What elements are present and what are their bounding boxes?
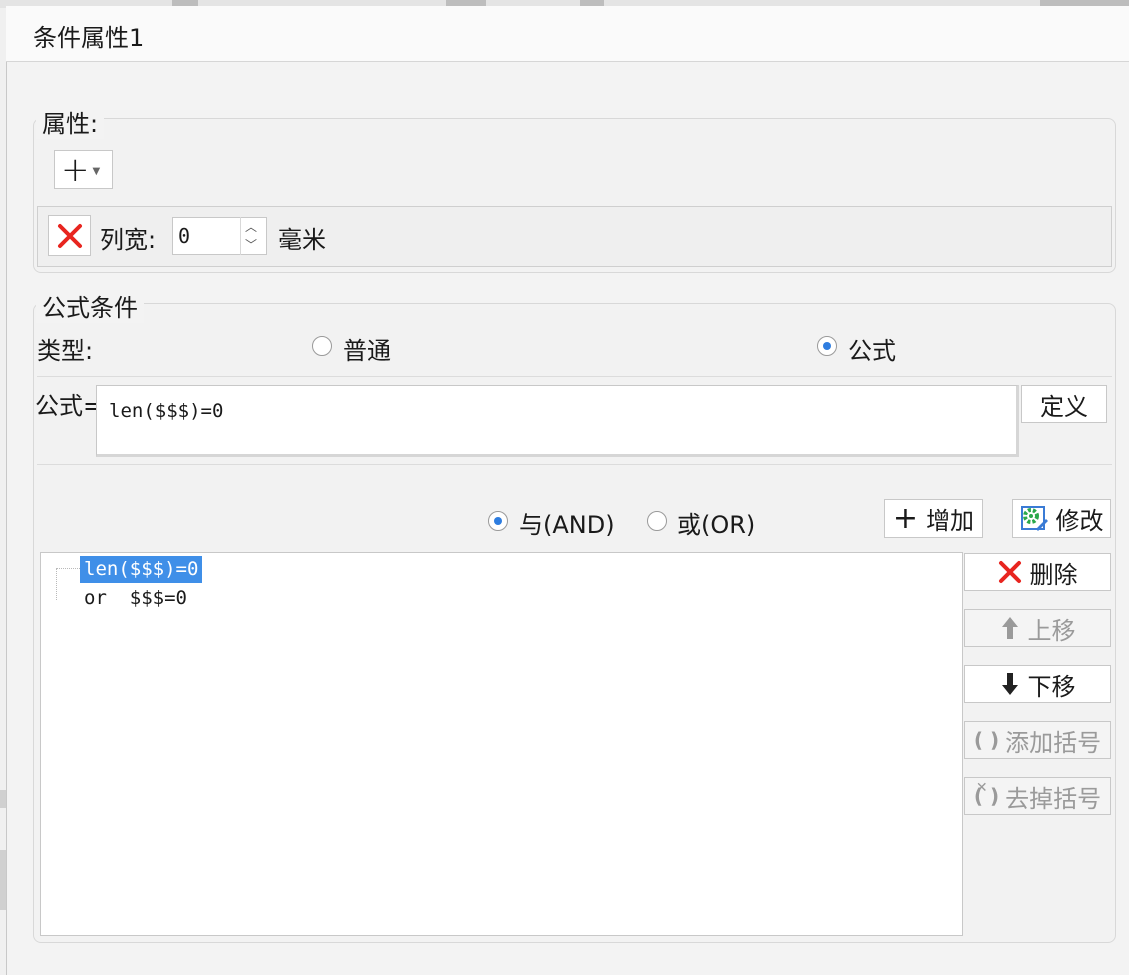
delete-x-icon: [57, 223, 82, 248]
formula-group-legend: 公式条件: [36, 288, 144, 323]
plus-icon: +: [892, 500, 919, 536]
divider: [37, 464, 1112, 465]
condition-item-2[interactable]: or $$$=0: [84, 587, 187, 609]
arrow-down-icon: [1001, 673, 1018, 695]
type-label: 类型:: [37, 337, 94, 365]
modify-condition-label: 修改: [1055, 507, 1104, 535]
unit-label: 毫米: [278, 226, 326, 254]
remove-parentheses-icon: ( ) ✕: [973, 780, 1000, 808]
dialog-title-bar[interactable]: [6, 6, 1129, 62]
logic-and-radio[interactable]: [488, 511, 508, 531]
stepper-down-icon[interactable]: ﹀: [245, 236, 257, 253]
tree-connector: [56, 568, 80, 600]
type-formula-radio[interactable]: [817, 336, 837, 356]
arrow-up-icon: [1001, 617, 1018, 639]
condition-item-1[interactable]: len($$$)=0: [80, 556, 203, 583]
add-condition-label: 增加: [926, 507, 975, 535]
column-width-label: 列宽:: [100, 226, 157, 254]
add-parentheses-label: 添加括号: [1005, 728, 1102, 757]
logic-or-radio[interactable]: [647, 511, 667, 531]
edit-gear-icon: [1020, 505, 1048, 531]
type-normal-radio[interactable]: [312, 336, 332, 356]
logic-and-label[interactable]: 与(AND): [519, 505, 615, 540]
move-down-label: 下移: [1027, 672, 1076, 701]
formula-label: 公式=: [35, 392, 104, 420]
delete-button[interactable]: 删除: [964, 553, 1111, 591]
delete-x-icon: [998, 561, 1021, 583]
parentheses-icon: ( ): [973, 728, 1000, 752]
remove-property-button[interactable]: [48, 215, 91, 256]
add-property-button[interactable]: + ▼: [54, 150, 113, 189]
remove-parentheses-label: 去掉括号: [1005, 784, 1102, 813]
remove-parentheses-button[interactable]: ( ) ✕ 去掉括号: [964, 777, 1111, 815]
type-formula-label[interactable]: 公式: [848, 331, 896, 366]
modify-condition-button[interactable]: 修改: [1012, 499, 1111, 538]
stepper-up-icon[interactable]: ︿: [245, 218, 257, 235]
define-button[interactable]: 定义: [1021, 385, 1107, 423]
formula-textarea[interactable]: [96, 385, 1019, 457]
move-down-button[interactable]: 下移: [964, 665, 1111, 703]
condition-list[interactable]: [40, 552, 963, 936]
property-group-legend: 属性:: [36, 104, 105, 139]
formula-text: len($$$)=0: [109, 400, 224, 422]
add-parentheses-button[interactable]: ( ) 添加括号: [964, 721, 1111, 759]
dialog-title: 条件属性1: [33, 24, 145, 52]
move-up-label: 上移: [1027, 616, 1076, 645]
plus-icon: +: [61, 149, 90, 190]
type-normal-label[interactable]: 普通: [343, 331, 391, 366]
delete-label: 删除: [1029, 560, 1078, 589]
add-condition-button[interactable]: + 增加: [884, 499, 983, 538]
dropdown-arrow-icon: ▼: [92, 166, 101, 177]
divider: [37, 376, 1112, 377]
move-up-button[interactable]: 上移: [964, 609, 1111, 647]
logic-or-label[interactable]: 或(OR): [677, 505, 755, 540]
column-width-input[interactable]: 0: [178, 224, 190, 248]
